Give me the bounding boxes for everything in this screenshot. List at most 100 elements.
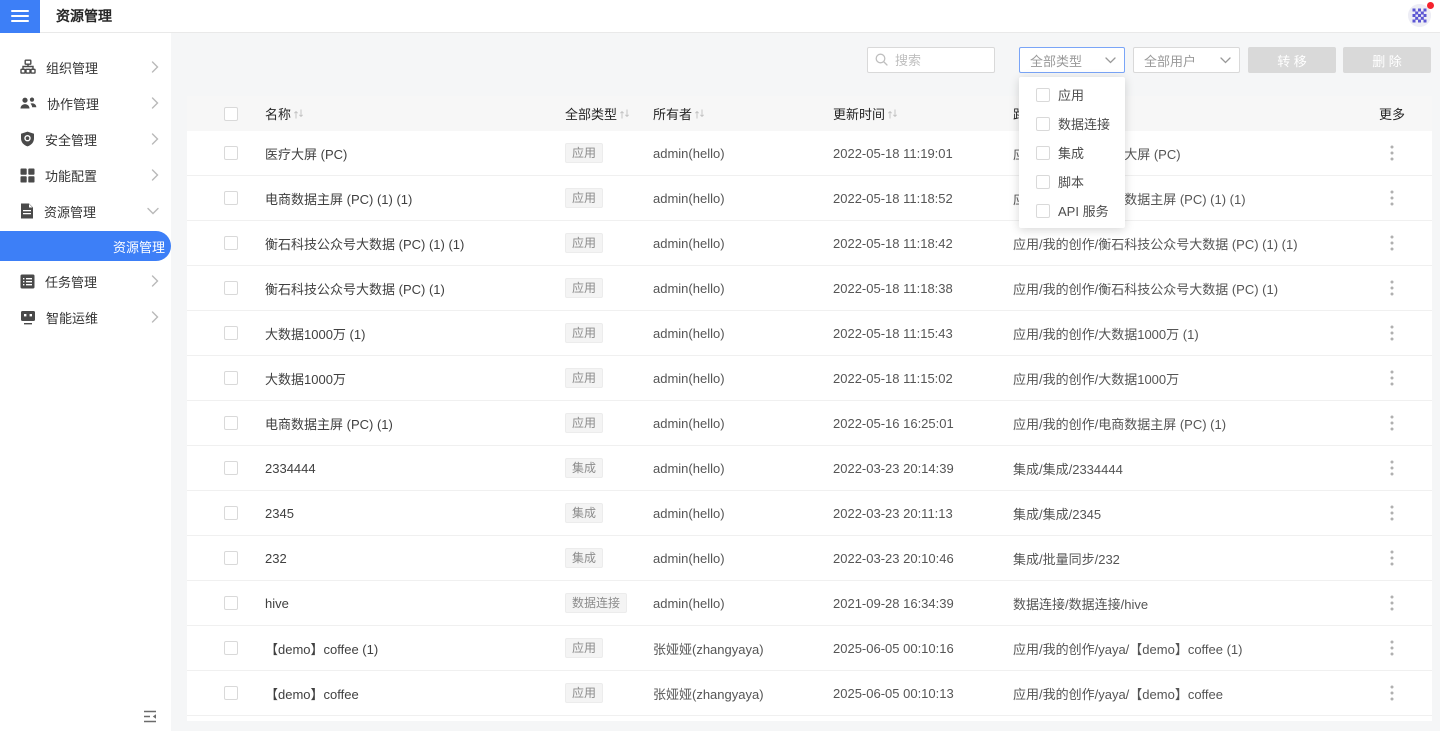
- org-icon: [20, 59, 36, 75]
- owner-cell: 张娅娅(zhangyaya): [653, 684, 833, 703]
- sidebar-subitem-active[interactable]: 资源管理: [0, 231, 171, 261]
- sidebar-item[interactable]: 任务管理: [0, 263, 171, 299]
- type-option[interactable]: 集成: [1019, 138, 1125, 167]
- type-filter-select[interactable]: 全部类型: [1019, 47, 1125, 73]
- type-option[interactable]: 脚本: [1019, 167, 1125, 196]
- row-checkbox[interactable]: [224, 596, 238, 610]
- type-badge: 应用: [565, 413, 603, 433]
- table-row: 衡石科技公众号大数据 (PC) (1) (1) 应用 admin(hello) …: [187, 221, 1432, 266]
- resource-name[interactable]: 衡石科技公众号大数据 (PC) (1): [265, 279, 565, 298]
- updated-cell: 2022-03-23 20:11:13: [833, 506, 1013, 521]
- table-row: 大数据1000万 应用 admin(hello) 2022-05-18 11:1…: [187, 356, 1432, 401]
- more-actions-button[interactable]: [1386, 276, 1398, 300]
- resource-name[interactable]: hive: [265, 596, 565, 611]
- select-all-checkbox[interactable]: [224, 107, 238, 121]
- resource-name[interactable]: 医疗大屏 (PC): [265, 144, 565, 163]
- hamburger-menu-button[interactable]: [0, 0, 40, 33]
- header-updated[interactable]: 更新时间: [833, 104, 1013, 123]
- resource-name[interactable]: 2334444: [265, 461, 565, 476]
- sidebar-item[interactable]: 组织管理: [0, 49, 171, 85]
- more-actions-button[interactable]: [1386, 186, 1398, 210]
- more-actions-button[interactable]: [1386, 366, 1398, 390]
- type-option-checkbox[interactable]: [1036, 146, 1050, 160]
- user-filter-select[interactable]: 全部用户: [1133, 47, 1240, 73]
- page-title: 资源管理: [56, 6, 112, 26]
- row-checkbox[interactable]: [224, 371, 238, 385]
- resource-name[interactable]: 大数据1000万 (1): [265, 324, 565, 343]
- transfer-button[interactable]: 转 移: [1248, 47, 1336, 73]
- team-icon: [20, 96, 37, 111]
- updated-cell: 2022-05-18 11:18:42: [833, 236, 1013, 251]
- more-actions-button[interactable]: [1386, 231, 1398, 255]
- sort-icon: [619, 108, 630, 120]
- table-row: 医疗大屏 (PC) 应用 admin(hello) 2022-05-18 11:…: [187, 131, 1432, 176]
- sidebar-item[interactable]: 智能运维: [0, 299, 171, 335]
- updated-cell: 2022-03-23 20:14:39: [833, 461, 1013, 476]
- type-option[interactable]: API 服务: [1019, 196, 1125, 225]
- delete-button[interactable]: 删 除: [1343, 47, 1431, 73]
- row-checkbox[interactable]: [224, 236, 238, 250]
- row-checkbox[interactable]: [224, 191, 238, 205]
- notification-dot: [1427, 2, 1434, 9]
- sidebar-item[interactable]: 协作管理: [0, 85, 171, 121]
- more-actions-button[interactable]: [1386, 636, 1398, 660]
- owner-cell: admin(hello): [653, 416, 833, 431]
- row-checkbox[interactable]: [224, 551, 238, 565]
- type-option-checkbox[interactable]: [1036, 175, 1050, 189]
- more-actions-button[interactable]: [1386, 141, 1398, 165]
- collapse-sidebar-button[interactable]: [143, 710, 157, 723]
- row-checkbox[interactable]: [224, 686, 238, 700]
- type-option[interactable]: 数据连接: [1019, 109, 1125, 138]
- header-type[interactable]: 全部类型: [565, 104, 653, 123]
- row-checkbox[interactable]: [224, 146, 238, 160]
- table-row: 【demo】coffee 应用 张娅娅(zhangyaya) 2025-06-0…: [187, 671, 1432, 716]
- sidebar-item[interactable]: 功能配置: [0, 157, 171, 193]
- type-option[interactable]: 应用: [1019, 80, 1125, 109]
- type-option-checkbox[interactable]: [1036, 204, 1050, 218]
- owner-cell: admin(hello): [653, 191, 833, 206]
- owner-cell: admin(hello): [653, 596, 833, 611]
- table-row: 2345 集成 admin(hello) 2022-03-23 20:11:13…: [187, 491, 1432, 536]
- more-actions-button[interactable]: [1386, 501, 1398, 525]
- resource-name[interactable]: 232: [265, 551, 565, 566]
- list-icon: [20, 274, 35, 289]
- header-more: 更多: [1352, 104, 1432, 123]
- updated-cell: 2025-06-05 00:10:13: [833, 686, 1013, 701]
- type-badge: 应用: [565, 188, 603, 208]
- more-actions-button[interactable]: [1386, 681, 1398, 705]
- type-option-checkbox[interactable]: [1036, 117, 1050, 131]
- topbar: 资源管理: [0, 0, 1440, 33]
- more-actions-button[interactable]: [1386, 456, 1398, 480]
- more-actions-button[interactable]: [1386, 546, 1398, 570]
- row-checkbox[interactable]: [224, 461, 238, 475]
- row-checkbox[interactable]: [224, 326, 238, 340]
- type-option-label: 应用: [1058, 85, 1084, 104]
- resource-name[interactable]: 【demo】coffee (1): [265, 639, 565, 658]
- header-name[interactable]: 名称: [265, 104, 565, 123]
- row-checkbox[interactable]: [224, 641, 238, 655]
- resource-name[interactable]: 电商数据主屏 (PC) (1) (1): [265, 189, 565, 208]
- row-checkbox[interactable]: [224, 506, 238, 520]
- table-row: 232 集成 admin(hello) 2022-03-23 20:10:46 …: [187, 536, 1432, 581]
- type-option-checkbox[interactable]: [1036, 88, 1050, 102]
- path-cell: 应用/我的创作/衡石科技公众号大数据 (PC) (1) (1): [1013, 234, 1352, 253]
- row-checkbox[interactable]: [224, 281, 238, 295]
- owner-cell: admin(hello): [653, 371, 833, 386]
- collapse-sidebar-icon: [143, 710, 157, 723]
- more-actions-button[interactable]: [1386, 591, 1398, 615]
- owner-cell: admin(hello): [653, 506, 833, 521]
- resource-name[interactable]: 电商数据主屏 (PC) (1): [265, 414, 565, 433]
- more-actions-button[interactable]: [1386, 411, 1398, 435]
- resource-name[interactable]: 2345: [265, 506, 565, 521]
- row-checkbox[interactable]: [224, 416, 238, 430]
- table-row: 大数据1000万 (1) 应用 admin(hello) 2022-05-18 …: [187, 311, 1432, 356]
- more-actions-button[interactable]: [1386, 321, 1398, 345]
- resource-name[interactable]: 大数据1000万: [265, 369, 565, 388]
- header-owner[interactable]: 所有者: [653, 104, 833, 123]
- resource-name[interactable]: 【demo】coffee: [265, 684, 565, 703]
- sidebar-item[interactable]: 资源管理: [0, 193, 171, 229]
- table-row: 电商数据主屏 (PC) (1) 应用 admin(hello) 2022-05-…: [187, 401, 1432, 446]
- sidebar-item[interactable]: 安全管理: [0, 121, 171, 157]
- resource-name[interactable]: 衡石科技公众号大数据 (PC) (1) (1): [265, 234, 565, 253]
- updated-cell: 2022-05-18 11:15:43: [833, 326, 1013, 341]
